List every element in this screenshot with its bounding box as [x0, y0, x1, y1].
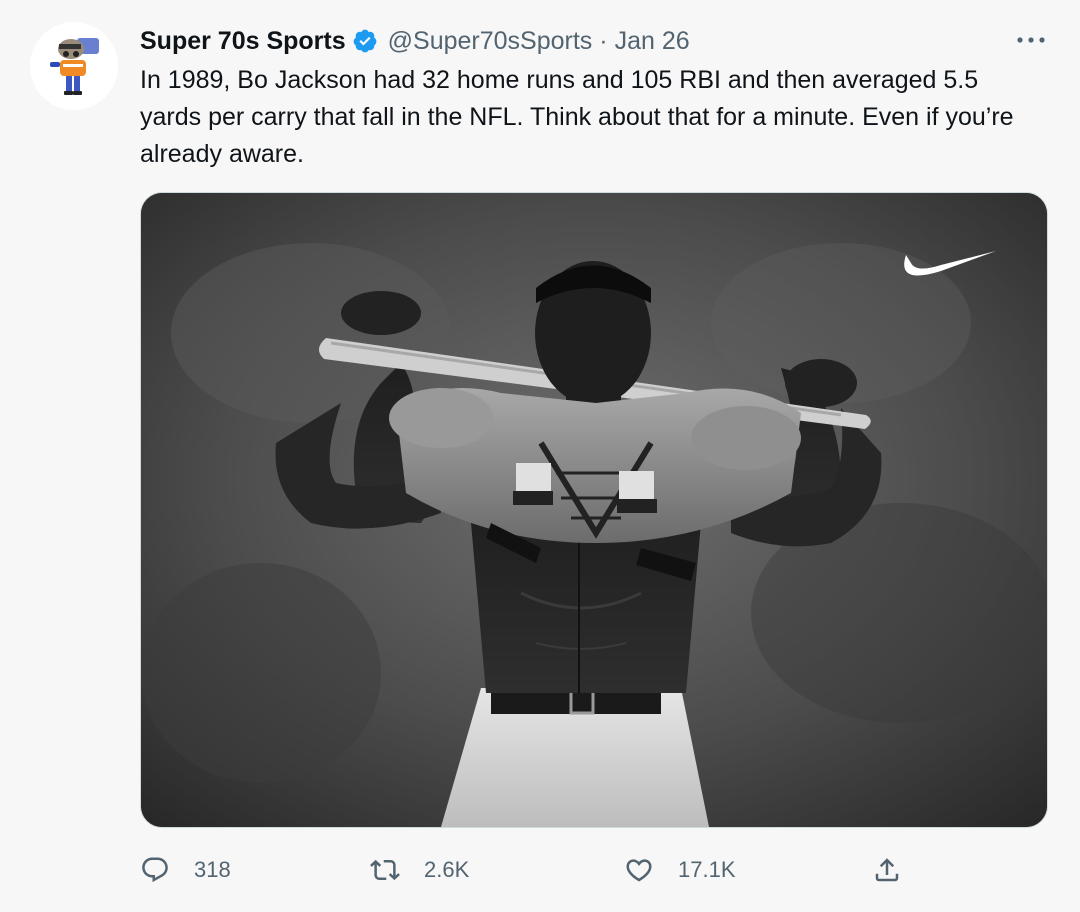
tweet-photo[interactable] [140, 192, 1048, 828]
profile-avatar[interactable] [30, 22, 118, 110]
share-icon [875, 858, 899, 882]
verified-badge-icon [352, 28, 378, 54]
tweet-card[interactable]: Super 70s Sports @Super70sSports · Jan 2… [0, 0, 1080, 912]
tweet-actions: 318 2.6K 17.1K [140, 848, 1040, 892]
tweet-text: In 1989, Bo Jackson had 32 home runs and… [140, 66, 1014, 168]
more-dots-icon [1017, 37, 1045, 43]
reply-count: 318 [194, 857, 231, 882]
header-separator: · [599, 26, 608, 55]
share-button[interactable] [872, 848, 902, 892]
reply-button[interactable]: 318 [140, 848, 231, 892]
like-button[interactable]: 17.1K [624, 848, 736, 892]
retweet-count: 2.6K [424, 857, 470, 882]
user-handle[interactable]: @Super70sSports [388, 27, 593, 56]
reply-icon [142, 857, 168, 883]
tweet-header: Super 70s Sports @Super70sSports · Jan 2… [140, 24, 690, 58]
tweet-date[interactable]: Jan 26 [615, 27, 690, 56]
heart-icon [626, 859, 652, 882]
retweet-icon [370, 859, 400, 881]
retweet-button[interactable]: 2.6K [370, 848, 469, 892]
like-count: 17.1K [678, 857, 736, 882]
display-name[interactable]: Super 70s Sports [140, 27, 346, 56]
more-options-button[interactable] [1012, 26, 1050, 54]
bo-jackson-photo-image [141, 193, 1047, 827]
super-70s-logo-icon [30, 22, 118, 110]
